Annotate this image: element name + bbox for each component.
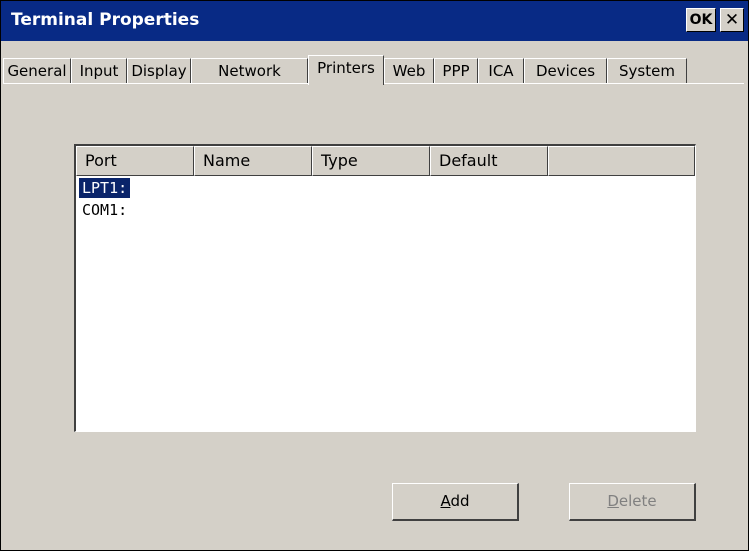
ok-button[interactable]: OK bbox=[686, 8, 716, 32]
window-title: Terminal Properties bbox=[11, 10, 200, 30]
tab-input[interactable]: Input bbox=[71, 58, 127, 83]
delete-button: Delete bbox=[569, 483, 696, 521]
add-button[interactable]: Add bbox=[392, 483, 519, 521]
tab-display[interactable]: Display bbox=[127, 58, 191, 83]
terminal-properties-window: Terminal Properties OK ✕ General Input D… bbox=[0, 0, 749, 551]
tab-ica[interactable]: ICA bbox=[478, 58, 524, 83]
tab-network[interactable]: Network bbox=[191, 58, 308, 83]
column-header-port[interactable]: Port bbox=[76, 146, 194, 176]
column-header-default[interactable]: Default bbox=[430, 146, 548, 176]
printers-list[interactable]: Port Name Type Default LPT1: COM1: bbox=[74, 144, 696, 432]
tab-printers[interactable]: Printers bbox=[308, 55, 384, 85]
column-header-name[interactable]: Name bbox=[194, 146, 312, 176]
delete-accel: D bbox=[607, 492, 619, 510]
close-button[interactable]: ✕ bbox=[720, 8, 744, 32]
title-bar: Terminal Properties OK ✕ bbox=[1, 1, 748, 41]
tab-ppp[interactable]: PPP bbox=[434, 58, 478, 83]
delete-label-rest: elete bbox=[618, 492, 657, 510]
tab-web[interactable]: Web bbox=[384, 58, 434, 83]
list-item-lpt1[interactable]: LPT1: bbox=[79, 178, 131, 198]
tab-general[interactable]: General bbox=[3, 58, 71, 83]
column-header-empty bbox=[548, 146, 695, 176]
add-label-rest: dd bbox=[450, 492, 470, 510]
column-header-type[interactable]: Type bbox=[312, 146, 430, 176]
add-accel: A bbox=[440, 492, 451, 510]
list-item-com1[interactable]: COM1: bbox=[79, 200, 130, 220]
tab-devices[interactable]: Devices bbox=[524, 58, 607, 83]
tab-system[interactable]: System bbox=[607, 58, 687, 83]
